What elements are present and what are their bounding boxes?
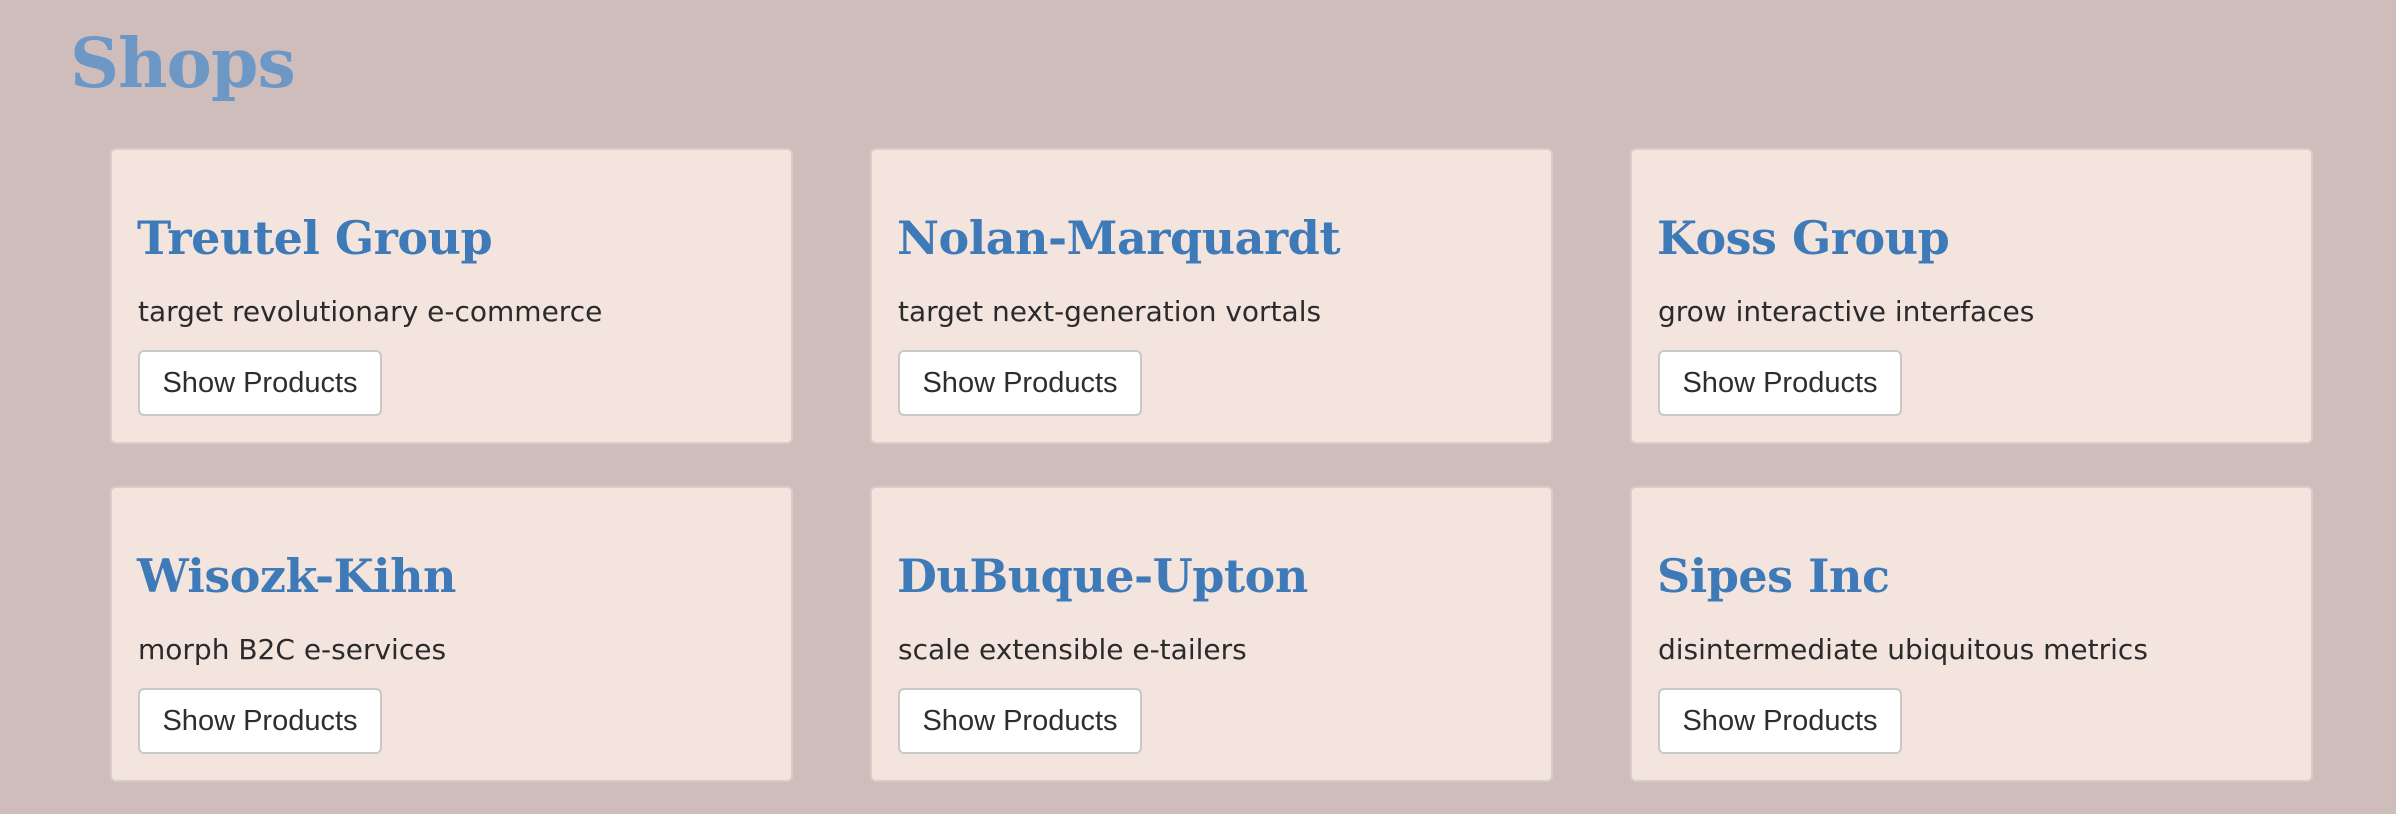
shop-name: Sipes Inc	[1657, 549, 1890, 603]
shop-description: morph B2C e-services	[138, 633, 447, 666]
shop-card: Wisozk-Kihn morph B2C e-services Show Pr…	[110, 486, 793, 782]
shop-description: target next-generation vortals	[898, 295, 1322, 328]
show-products-button[interactable]: Show Products	[138, 688, 382, 754]
shop-description: disintermediate ubiquitous metrics	[1658, 633, 2148, 666]
page-title: Shops	[70, 24, 296, 104]
show-products-button[interactable]: Show Products	[1658, 350, 1902, 416]
show-products-button[interactable]: Show Products	[898, 350, 1142, 416]
shop-name: Wisozk-Kihn	[137, 549, 456, 603]
shop-card: Sipes Inc disintermediate ubiquitous met…	[1630, 486, 2313, 782]
show-products-button[interactable]: Show Products	[138, 350, 382, 416]
show-products-button[interactable]: Show Products	[1658, 688, 1902, 754]
show-products-button[interactable]: Show Products	[898, 688, 1142, 754]
shop-card: Nolan-Marquardt target next-generation v…	[870, 148, 1553, 444]
shop-card: DuBuque-Upton scale extensible e-tailers…	[870, 486, 1553, 782]
shop-name: Nolan-Marquardt	[897, 211, 1341, 265]
shop-name: Koss Group	[1657, 211, 1950, 265]
shop-description: scale extensible e-tailers	[898, 633, 1247, 666]
shop-card: Koss Group grow interactive interfaces S…	[1630, 148, 2313, 444]
shop-description: grow interactive interfaces	[1658, 295, 2035, 328]
shop-card: Treutel Group target revolutionary e-com…	[110, 148, 793, 444]
shop-name: DuBuque-Upton	[897, 549, 1308, 603]
shop-description: target revolutionary e-commerce	[138, 295, 603, 328]
shop-name: Treutel Group	[137, 211, 493, 265]
